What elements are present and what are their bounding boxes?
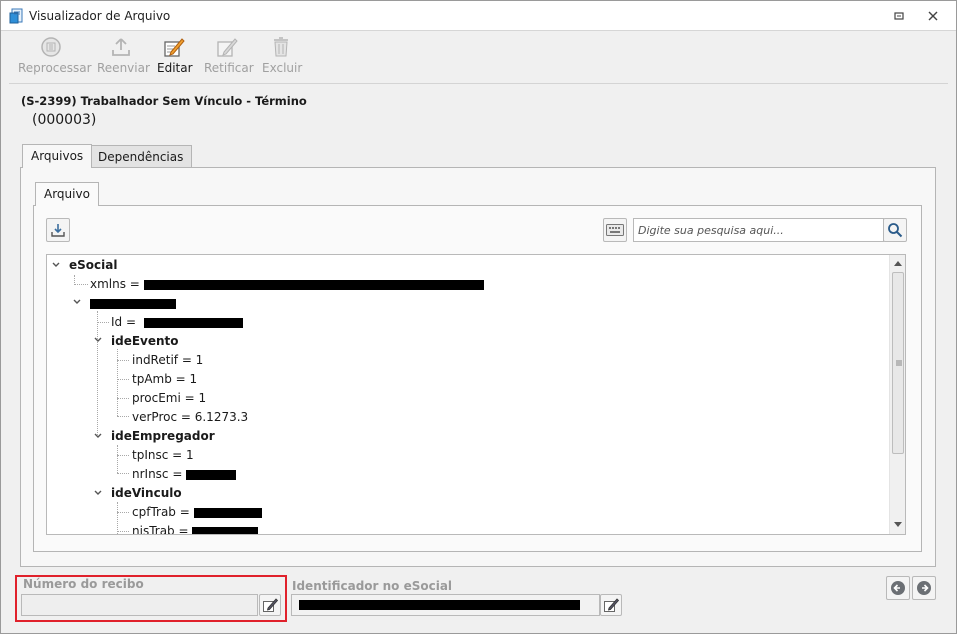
arrow-right-icon [917, 581, 931, 595]
restore-icon [894, 12, 904, 20]
delete-button[interactable]: Excluir [262, 35, 303, 75]
redacted-value [143, 317, 243, 328]
tree-node-esocial[interactable]: eSocial [69, 257, 117, 273]
receipt-label: Número do recibo [23, 577, 144, 591]
scroll-up-icon[interactable] [893, 259, 903, 267]
tab-arquivo[interactable]: Arquivo [35, 182, 99, 206]
download-button[interactable] [46, 218, 70, 242]
restore-button[interactable] [889, 7, 909, 25]
rectify-icon [217, 38, 238, 57]
chevron-down-icon[interactable] [93, 335, 103, 345]
tree-guide [117, 360, 129, 361]
tree-guide [117, 379, 129, 380]
resend-label: Reenviar [97, 61, 150, 75]
scroll-down-icon[interactable] [893, 521, 903, 529]
tree-node-ideempregador[interactable]: ideEmpregador [111, 428, 215, 444]
resend-button[interactable]: Reenviar [97, 35, 150, 75]
tree-node-cpftrab[interactable]: cpfTrab = [132, 504, 262, 520]
rectify-button[interactable]: Retificar [204, 35, 254, 75]
edit-icon [604, 598, 619, 612]
event-code: (000003) [32, 112, 97, 128]
toolbar-divider [9, 83, 948, 84]
tree-node-label: nisTrab = [132, 524, 193, 535]
search-input[interactable] [633, 218, 884, 242]
redacted-value [193, 507, 262, 518]
chevron-down-icon[interactable] [93, 488, 103, 498]
tree-guide [97, 322, 109, 323]
title-bar: Visualizador de Arquivo [1, 1, 956, 31]
redacted-value [90, 298, 176, 309]
tree-guide [117, 455, 129, 456]
previous-button[interactable] [886, 576, 910, 600]
chevron-down-icon[interactable] [93, 431, 103, 441]
identifier-field[interactable] [291, 594, 600, 616]
window-title: Visualizador de Arquivo [29, 9, 171, 23]
tree-node-idevinculo[interactable]: ideVinculo [111, 485, 182, 501]
tree-node-label: xmlns = [90, 277, 144, 291]
identifier-label: Identificador no eSocial [292, 579, 453, 593]
tree-node-label: Id = [111, 315, 140, 329]
tab-dependencias[interactable]: Dependências [89, 145, 193, 168]
keyboard-icon [606, 224, 624, 236]
rectify-label: Retificar [204, 61, 254, 75]
tree-node-nrinsc[interactable]: nrInsc = [132, 466, 237, 482]
download-icon [51, 224, 65, 237]
redacted-value [143, 279, 484, 290]
tree-node-label: nrInsc = [132, 467, 187, 481]
edit-icon [164, 38, 185, 57]
toolbar: Reprocessar Reenviar Editar Retificar Ex… [1, 31, 956, 83]
search-icon [888, 223, 903, 238]
close-icon [928, 11, 938, 21]
search-button[interactable] [883, 218, 907, 242]
redacted-value [192, 526, 259, 534]
redacted-value [299, 600, 580, 610]
reprocess-icon [41, 37, 61, 57]
next-button[interactable] [912, 576, 936, 600]
xml-tree-view[interactable]: eSocial xmlns = Id = ideEvento indRetif … [46, 254, 906, 535]
event-title: (S-2399) Trabalhador Sem Vínculo - Térmi… [21, 94, 307, 108]
edit-icon [263, 598, 278, 612]
tree-guide [117, 398, 129, 399]
tree-node-label: cpfTrab = [132, 505, 194, 519]
file-viewer-window: Visualizador de Arquivo Reprocessar Reen… [0, 0, 957, 634]
tree-guide [117, 473, 129, 474]
tree-guide [117, 416, 129, 417]
chevron-down-icon[interactable] [51, 260, 61, 270]
arrow-left-icon [891, 581, 905, 595]
tree-node-indretif[interactable]: indRetif = 1 [132, 352, 203, 368]
tree-node-xmlns[interactable]: xmlns = [90, 276, 484, 292]
tree-node-redacted[interactable] [90, 295, 176, 311]
trash-icon [274, 37, 288, 57]
file-viewer-icon [9, 8, 23, 24]
tree-guide [117, 512, 129, 513]
reprocess-button[interactable]: Reprocessar [18, 35, 92, 75]
tree-scrollbar[interactable] [889, 255, 905, 534]
tree-guide [117, 531, 129, 532]
scrollbar-thumb[interactable] [892, 272, 904, 454]
tree-node-id[interactable]: Id = [111, 314, 243, 330]
grip-icon [896, 360, 902, 366]
chevron-down-icon[interactable] [72, 297, 82, 307]
tree-node-ideevento[interactable]: ideEvento [111, 333, 179, 349]
edit-label: Editar [157, 61, 193, 75]
delete-label: Excluir [262, 61, 303, 75]
reprocess-label: Reprocessar [18, 61, 92, 75]
tree-node-tpamb[interactable]: tpAmb = 1 [132, 371, 197, 387]
keyboard-button[interactable] [603, 218, 627, 242]
close-button[interactable] [923, 7, 943, 25]
tree-node-verproc[interactable]: verProc = 6.1273.3 [132, 409, 248, 425]
tree-guide [97, 311, 98, 435]
tree-node-tpinsc[interactable]: tpInsc = 1 [132, 447, 194, 463]
receipt-number-field[interactable] [21, 594, 258, 616]
edit-button[interactable]: Editar [157, 35, 193, 75]
receipt-edit-button[interactable] [259, 594, 281, 616]
identifier-edit-button[interactable] [600, 594, 622, 616]
tree-guide [117, 445, 118, 473]
tree-node-procemi[interactable]: procEmi = 1 [132, 390, 206, 406]
upload-icon [112, 38, 130, 56]
tree-node-nistrab[interactable]: nisTrab = [132, 523, 259, 535]
tab-arquivos[interactable]: Arquivos [22, 144, 93, 168]
tree-guide [74, 284, 88, 285]
redacted-value [186, 469, 237, 480]
